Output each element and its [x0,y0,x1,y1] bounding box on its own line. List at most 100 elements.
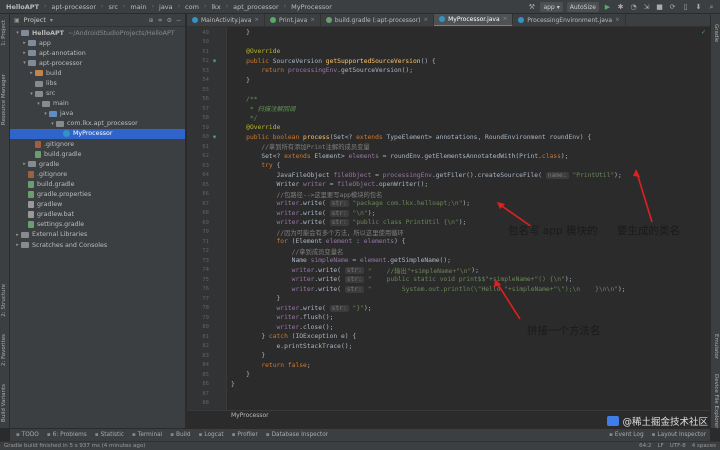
tree-item[interactable]: .gitignore [10,169,185,179]
chevron-down-icon[interactable]: ▾ [50,17,53,24]
indent-setting[interactable]: 4 spaces [692,443,716,449]
device-select[interactable]: AutoSize [566,2,599,12]
breadcrumb-class[interactable]: MyProcessor [231,412,269,419]
avd-icon[interactable]: ▯ [681,3,690,12]
caret-position[interactable]: 64:2 [639,443,651,449]
collapse-arrow-icon[interactable]: ▸ [21,161,28,167]
close-icon[interactable]: × [310,17,315,23]
tool-gradle[interactable]: Gradle [713,24,719,42]
tree-item[interactable]: ▸ Scratches and Consoles [10,240,185,250]
line-separator[interactable]: LF [657,443,663,449]
tree-item[interactable]: MyProcessor [10,128,185,140]
sync-icon[interactable]: ⟳ [668,3,677,12]
expand-arrow-icon[interactable]: ▾ [49,121,56,127]
collapse-arrow-icon[interactable]: ▸ [21,40,28,46]
tree-item[interactable]: libs [10,78,185,88]
tree-item[interactable]: ▾ com.lkx.apt_processor [10,119,185,129]
tab-processingenvironment-java[interactable]: ProcessingEnvironment.java × [513,14,626,26]
nav-crumb[interactable]: MyProcessor [291,3,332,11]
tool-favorites[interactable]: 2: Favorites [1,334,7,366]
tool-statistic[interactable]: ▪ Statistic [95,432,124,438]
tab-build-gradle-apt-processor-[interactable]: build.gradle (:apt-processor) × [321,14,435,26]
nav-crumb[interactable]: com [185,3,199,11]
collapse-arrow-icon[interactable]: ▸ [14,232,21,238]
nav-crumb[interactable]: main [130,3,146,11]
nav-crumb[interactable]: apt_processor [233,3,279,11]
tool-terminal[interactable]: ▪ Terminal [132,432,162,438]
tab-myprocessor-java[interactable]: MyProcessor.java × [434,14,514,26]
search-icon[interactable]: ⌕ [707,3,716,12]
project-panel-header: ▣ Project ▾ ⊕ ≑ ⚙ − [10,14,185,27]
tool-build[interactable]: ▪ Build [170,432,190,438]
tree-item[interactable]: .gitignore [10,139,185,149]
tree-item[interactable]: ▾ HelloAPT ~/AndroidStudioProjects/HelloAP… [10,28,185,38]
gear-icon[interactable]: ⚙ [167,17,172,24]
tool-logcat[interactable]: ▪ Logcat [199,432,224,438]
tree-item[interactable]: build.gradle [10,179,185,189]
profile-icon[interactable]: ◔ [629,3,638,12]
tool-profiler[interactable]: ▪ Profiler [232,432,258,438]
nav-crumb[interactable]: lkx [211,3,220,11]
hammer-icon[interactable]: ⚒ [527,3,536,12]
collapse-arrow-icon[interactable]: ▸ [28,70,35,76]
attach-icon[interactable]: ⇲ [642,3,651,12]
tab-print-java[interactable]: Print.java × [265,14,321,26]
tool-database-inspector[interactable]: ▪ Database Inspector [266,432,328,438]
tool-emulator[interactable]: Emulator [713,334,719,359]
run-config-select[interactable]: app ▾ [540,2,563,12]
tool-device-file-explorer[interactable]: Device File Explorer [713,374,719,428]
expand-arrow-icon[interactable]: ▾ [35,101,42,107]
stop-icon[interactable]: ■ [655,3,664,12]
tree-item[interactable]: gradlew.bat [10,210,185,220]
collapse-arrow-icon[interactable]: ▸ [21,50,28,56]
tree-item[interactable]: build.gradle [10,149,185,159]
tree-item[interactable]: ▸ External Libraries [10,230,185,240]
nav-crumb[interactable]: java [159,3,173,11]
tree-item[interactable]: ▸ build [10,68,185,78]
file-encoding[interactable]: UTF-8 [670,443,686,449]
expand-arrow-icon[interactable]: ▾ [28,91,35,97]
minimize-icon[interactable]: − [176,17,181,24]
tree-item[interactable]: gradlew [10,200,185,210]
nav-crumb[interactable]: HelloAPT [6,3,39,11]
close-icon[interactable]: × [615,17,620,23]
run-icon[interactable]: ▶ [603,3,612,12]
file-type-icon [518,17,525,23]
tree-item[interactable]: gradle.properties [10,190,185,200]
collapse-icon[interactable]: ≑ [158,17,163,24]
sdk-icon[interactable]: ⬇ [694,3,703,12]
collapse-arrow-icon[interactable]: ▸ [14,242,21,248]
locate-icon[interactable]: ⊕ [149,17,154,24]
code-editor[interactable]: 49 50 51 52 ◉ 53 54 55 56 57 58 59 60 ◉ 61 62 63 64 65 66 67… [187,27,710,410]
tool-resource-manager[interactable]: Resource Manager [1,74,7,125]
tree-item[interactable]: ▸ apt-annotation [10,48,185,58]
close-icon[interactable]: × [423,17,428,23]
tree-item[interactable]: settings.gradle [10,220,185,230]
tree-item[interactable]: ▸ gradle [10,159,185,169]
close-icon[interactable]: × [254,17,259,23]
project-view-selector[interactable]: Project [24,16,46,24]
tree-item[interactable]: ▾ main [10,99,185,109]
debug-icon[interactable]: ✱ [616,3,625,12]
tool-layout-inspector[interactable]: ▪ Layout Inspector [652,432,706,438]
expand-arrow-icon[interactable]: ▾ [21,60,28,66]
tool-todo[interactable]: ▪ TODO [16,432,39,438]
tool-structure[interactable]: 2: Structure [1,284,7,317]
chevron-right-icon: › [177,3,181,10]
nav-crumb[interactable]: apt-processor [51,3,96,11]
tool-event-log[interactable]: ▪ Event Log [609,432,644,438]
status-message[interactable]: Gradle build finished in 5 s 937 ms (4 m… [4,443,145,449]
close-icon[interactable]: × [503,16,508,22]
tree-item-label: .gitignore [37,170,68,178]
nav-crumb[interactable]: src [108,3,118,11]
tool-6-problems[interactable]: ▪ 6: Problems [47,432,87,438]
tab-mainactivity-java[interactable]: MainActivity.java × [187,14,265,26]
expand-arrow-icon[interactable]: ▾ [42,111,49,117]
tree-item[interactable]: ▾ src [10,89,185,99]
tool-project[interactable]: 1: Project [1,20,7,46]
expand-arrow-icon[interactable]: ▾ [14,30,21,36]
tree-item[interactable]: ▾ java [10,109,185,119]
tool-build-variants[interactable]: Build Variants [1,384,7,422]
tree-item[interactable]: ▾ apt-processor [10,58,185,68]
tree-item[interactable]: ▸ app [10,38,185,48]
